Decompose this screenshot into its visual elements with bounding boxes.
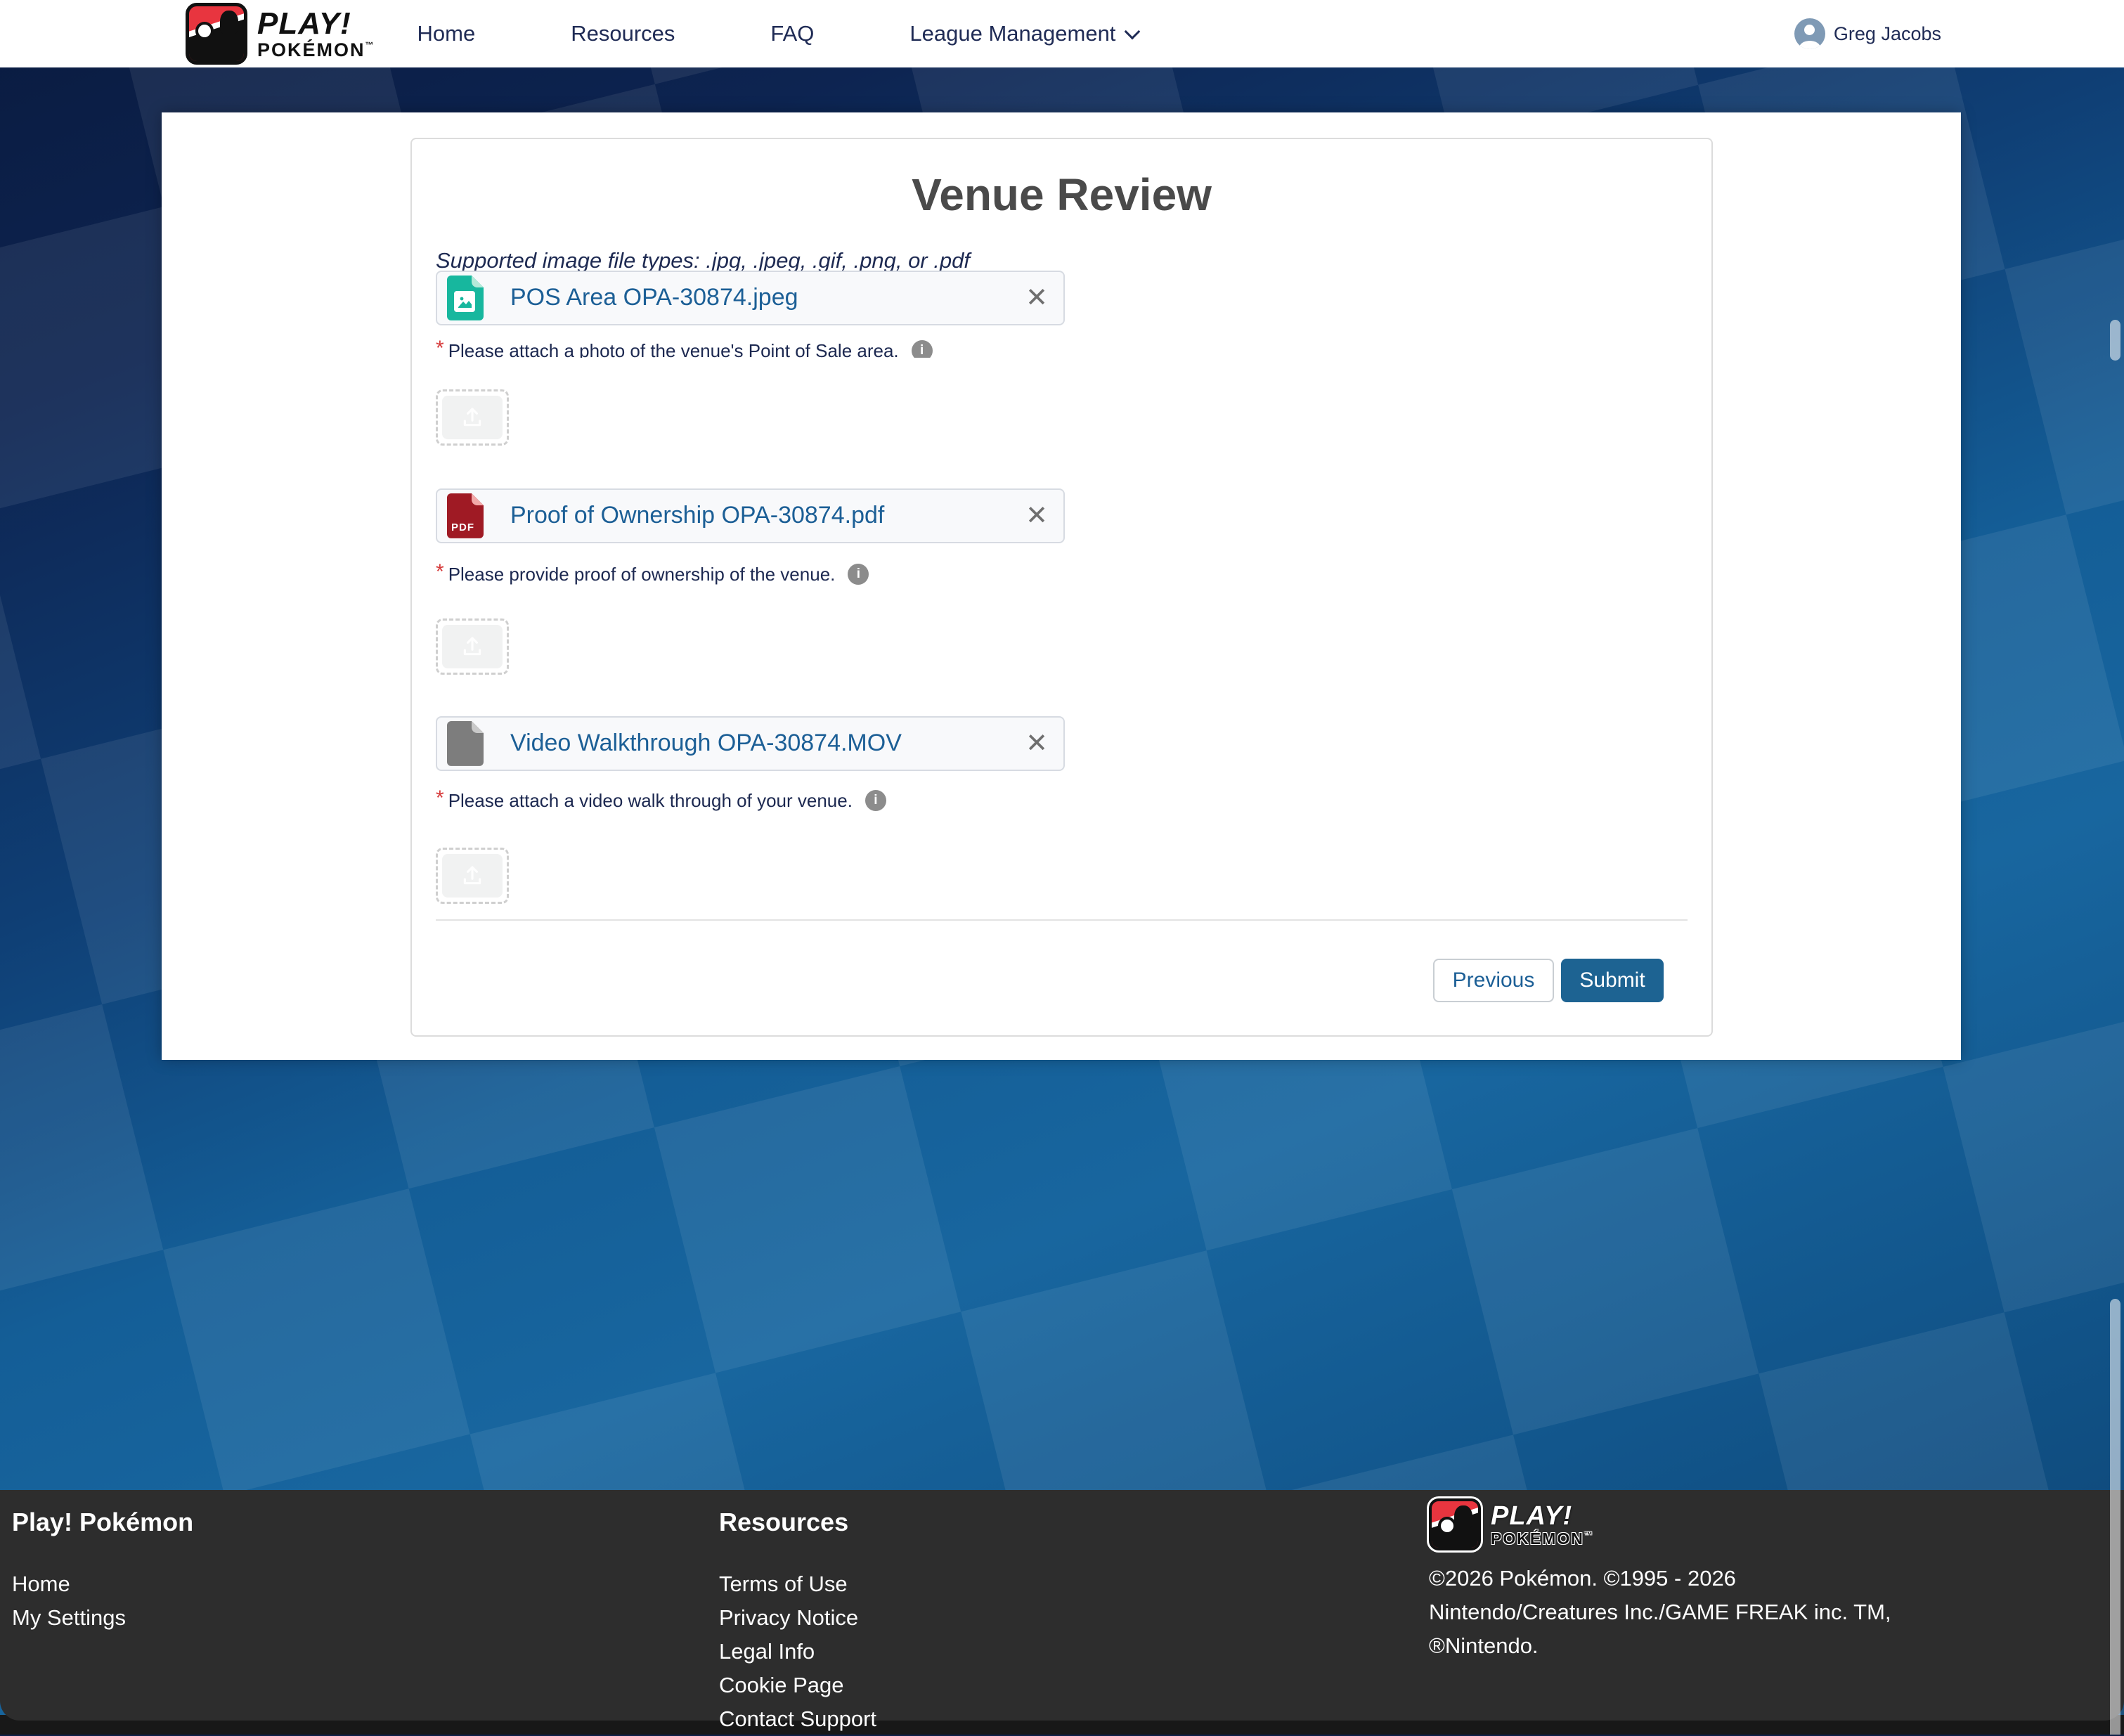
info-icon[interactable]: i [912, 340, 933, 358]
spacer [436, 446, 1688, 490]
file-icon-fold [472, 276, 484, 287]
logo-wordmark: PLAY! POKÉMON™ [1491, 1503, 1594, 1547]
footer-heading: Play! Pokémon [12, 1507, 193, 1538]
file-icon-fold [472, 493, 484, 505]
page-content-area: Venue Review Supported image file types:… [162, 112, 1961, 1060]
upload-button-face [442, 854, 503, 898]
upload-icon [460, 635, 484, 659]
copyright-line-3: ®Nintendo. [1429, 1629, 1891, 1663]
required-asterisk: * [436, 789, 444, 808]
avatar-head [1804, 25, 1815, 35]
attachment-chip-pos-area: POS Area OPA-30874.jpeg ✕ [436, 271, 1065, 325]
form-actions: Previous Submit [436, 959, 1664, 1002]
play-pokemon-logo-icon [186, 3, 247, 65]
upload-icon [460, 864, 484, 888]
nav-home[interactable]: Home [417, 21, 476, 46]
previous-button[interactable]: Previous [1433, 959, 1554, 1002]
attachment-chip-proof-of-ownership: PDF Proof of Ownership OPA-30874.pdf ✕ [436, 488, 1065, 543]
upload-dropzone-pos-area[interactable] [436, 389, 509, 446]
nav-league-management-label: League Management [909, 21, 1115, 46]
play-pokemon-logo-icon [1429, 1498, 1481, 1550]
scrollbar-thumb-bottom[interactable] [2110, 1299, 2120, 1735]
pdf-badge-label: PDF [451, 522, 474, 533]
footer-link-cookie-page[interactable]: Cookie Page [719, 1669, 876, 1702]
footer-column-play-pokemon: Play! Pokémon Home My Settings [12, 1507, 193, 1635]
footer-column-legal: PLAY! POKÉMON™ ©2026 Pokémon. ©1995 - 20… [1429, 1498, 1891, 1663]
copyright-text: ©2026 Pokémon. ©1995 - 2026 Nintendo/Cre… [1429, 1562, 1891, 1663]
chevron-down-icon [1125, 24, 1141, 40]
spacer [436, 675, 1688, 718]
nav-league-management[interactable]: League Management [909, 21, 1138, 46]
footer-link-terms-of-use[interactable]: Terms of Use [719, 1567, 876, 1601]
file-icon-fold [472, 721, 484, 733]
logo-pokemon-text: POKÉMON™ [257, 41, 375, 60]
trademark-symbol: ™ [1584, 1530, 1594, 1540]
help-row-video-walkthrough: * Please attach a video walk through of … [436, 789, 1688, 813]
footer-link-my-settings[interactable]: My Settings [12, 1601, 193, 1635]
required-asterisk: * [436, 563, 444, 581]
upload-button-face [442, 396, 503, 439]
help-text: Please attach a photo of the venue's Poi… [448, 339, 899, 358]
user-avatar-icon [1794, 18, 1825, 49]
upload-icon [460, 406, 484, 429]
upload-dropzone-proof-of-ownership[interactable] [436, 618, 509, 675]
logo-play-text: PLAY! [1491, 1503, 1594, 1529]
supported-file-types-note: Supported image file types: .jpg, .jpeg,… [436, 250, 1688, 272]
logo-wordmark: PLAY! POKÉMON™ [257, 8, 375, 60]
nav-resources[interactable]: Resources [571, 21, 675, 46]
remove-attachment-button[interactable]: ✕ [1025, 718, 1048, 770]
user-name: Greg Jacobs [1834, 23, 1941, 45]
submit-button[interactable]: Submit [1561, 959, 1664, 1002]
footer-link-contact-support[interactable]: Contact Support [719, 1702, 876, 1736]
upload-dropzone-video-walkthrough[interactable] [436, 848, 509, 904]
info-icon[interactable]: i [848, 564, 869, 585]
upload-button-face [442, 625, 503, 668]
attachment-filename-link[interactable]: POS Area OPA-30874.jpeg [510, 284, 798, 311]
avatar-shoulders [1799, 41, 1820, 49]
copyright-line-2: Nintendo/Creatures Inc./GAME FREAK inc. … [1429, 1595, 1891, 1629]
logo-play-text: PLAY! [257, 8, 375, 39]
footer-heading: Resources [719, 1507, 876, 1538]
pokeball-icon [195, 22, 214, 40]
trademark-symbol: ™ [365, 40, 375, 50]
image-file-icon [447, 276, 484, 320]
page-title: Venue Review [436, 170, 1688, 219]
user-menu[interactable]: Greg Jacobs [1794, 0, 1941, 67]
form-divider [436, 919, 1688, 921]
attachment-filename-link[interactable]: Proof of Ownership OPA-30874.pdf [510, 502, 884, 529]
top-navigation-bar: PLAY! POKÉMON™ Home Resources FAQ League… [0, 0, 2124, 67]
help-row-proof-of-ownership: * Please provide proof of ownership of t… [436, 563, 1688, 587]
footer-link-privacy-notice[interactable]: Privacy Notice [719, 1601, 876, 1635]
image-thumbnail-glyph [454, 291, 475, 312]
help-text: Please provide proof of ownership of the… [448, 563, 836, 585]
copyright-line-1: ©2026 Pokémon. ©1995 - 2026 [1429, 1562, 1891, 1595]
attachment-chip-video-walkthrough: Video Walkthrough OPA-30874.MOV ✕ [436, 716, 1065, 771]
pdf-file-icon: PDF [447, 493, 484, 538]
help-text: Please attach a video walk through of yo… [448, 789, 853, 812]
venue-review-card: Venue Review Supported image file types:… [410, 138, 1713, 1037]
attachment-filename-link[interactable]: Video Walkthrough OPA-30874.MOV [510, 730, 902, 757]
required-asterisk: * [436, 339, 444, 358]
logo-pokemon-text: POKÉMON™ [1491, 1531, 1594, 1547]
remove-attachment-button[interactable]: ✕ [1025, 272, 1048, 324]
scrollbar-thumb-top[interactable] [2110, 320, 2120, 361]
main-nav: Home Resources FAQ League Management [417, 21, 1139, 46]
info-icon[interactable]: i [865, 790, 886, 811]
trainer-silhouette [220, 11, 238, 34]
footer-link-home[interactable]: Home [12, 1567, 193, 1601]
generic-file-icon [447, 721, 484, 766]
nav-faq[interactable]: FAQ [770, 21, 814, 46]
help-row-pos-area: * Please attach a photo of the venue's P… [436, 339, 1688, 358]
footer-play-pokemon-logo: PLAY! POKÉMON™ [1429, 1498, 1891, 1550]
footer-column-resources: Resources Terms of Use Privacy Notice Le… [719, 1507, 876, 1736]
footer-link-legal-info[interactable]: Legal Info [719, 1635, 876, 1669]
trainer-silhouette [1454, 1505, 1472, 1529]
remove-attachment-button[interactable]: ✕ [1025, 490, 1048, 542]
play-pokemon-logo[interactable]: PLAY! POKÉMON™ [186, 3, 375, 65]
footer: Play! Pokémon Home My Settings Resources… [0, 1490, 2124, 1721]
